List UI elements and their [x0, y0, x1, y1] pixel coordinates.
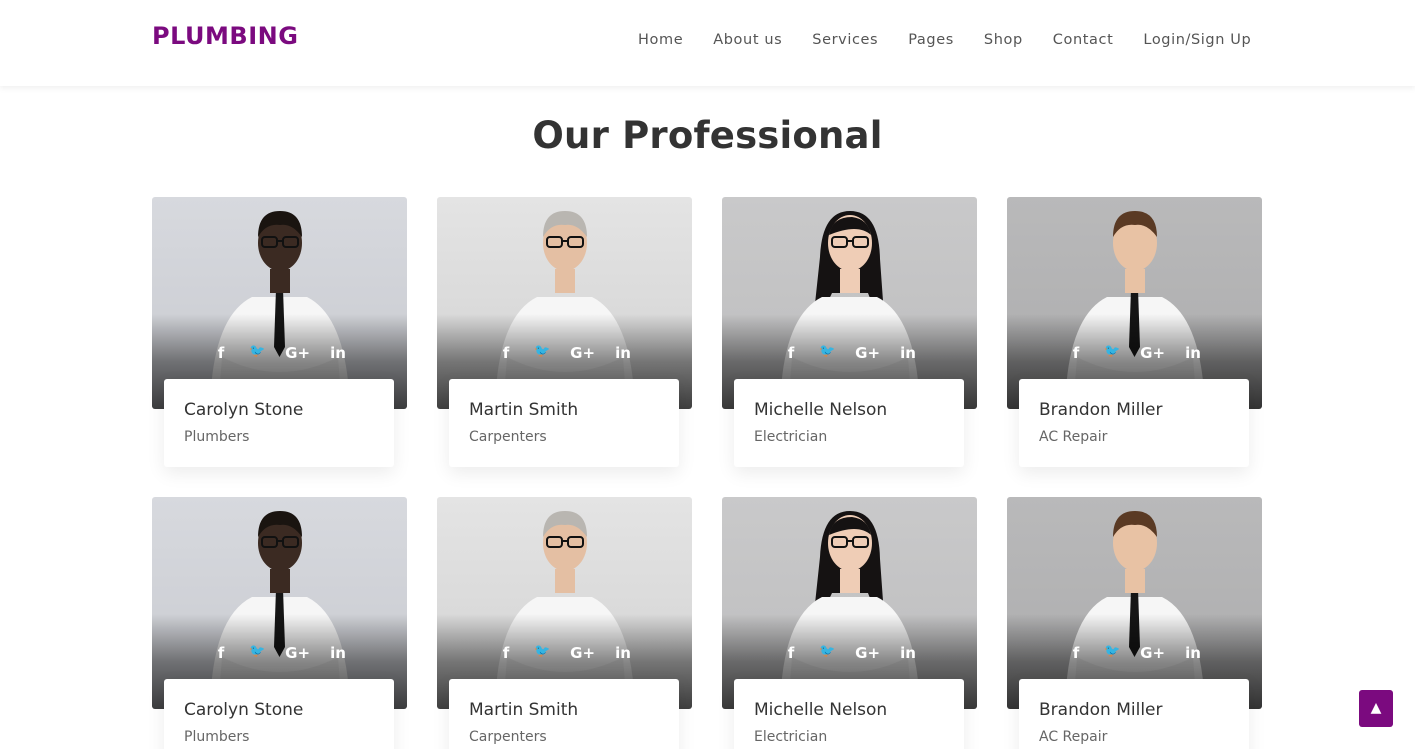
- nav-login-signup[interactable]: Login/Sign Up: [1143, 32, 1251, 48]
- social-links: f 🐦 G+ in: [1007, 344, 1262, 362]
- team-member-name: Carolyn Stone: [184, 700, 304, 720]
- google-plus-icon[interactable]: G+: [570, 344, 595, 362]
- team-photo: f 🐦 G+ in: [1007, 497, 1262, 709]
- google-plus-icon[interactable]: G+: [285, 344, 310, 362]
- linkedin-icon[interactable]: in: [900, 344, 916, 362]
- team-member-name: Michelle Nelson: [754, 400, 888, 420]
- linkedin-icon[interactable]: in: [1185, 344, 1201, 362]
- nav-services[interactable]: Services: [812, 32, 878, 48]
- social-links: f 🐦 G+ in: [722, 344, 977, 362]
- team-card: f 🐦 G+ in Carolyn Stone Plumbers: [152, 197, 407, 472]
- linkedin-icon[interactable]: in: [615, 344, 631, 362]
- nav-home[interactable]: Home: [638, 32, 683, 48]
- team-info-box: Brandon Miller AC Repair: [1019, 679, 1249, 749]
- facebook-icon[interactable]: f: [1068, 344, 1084, 362]
- team-member-role: Plumbers: [184, 729, 250, 745]
- team-card: f 🐦 G+ in Michelle Nelson Electrician: [722, 197, 977, 472]
- twitter-icon[interactable]: 🐦: [534, 344, 550, 362]
- team-member-name: Carolyn Stone: [184, 400, 304, 420]
- team-info-box: Michelle Nelson Electrician: [734, 679, 964, 749]
- team-member-role: Electrician: [754, 729, 828, 745]
- social-links: f 🐦 G+ in: [437, 644, 692, 662]
- team-member-name: Michelle Nelson: [754, 700, 888, 720]
- team-card: f 🐦 G+ in Carolyn Stone Plumbers: [152, 497, 407, 749]
- facebook-icon[interactable]: f: [783, 344, 799, 362]
- team-photo: f 🐦 G+ in: [152, 197, 407, 409]
- team-photo: f 🐦 G+ in: [437, 197, 692, 409]
- team-card: f 🐦 G+ in Brandon Miller AC Repair: [1007, 497, 1262, 749]
- nav-pages[interactable]: Pages: [908, 32, 954, 48]
- team-info-box: Martin Smith Carpenters: [449, 379, 679, 467]
- team-photo: f 🐦 G+ in: [722, 497, 977, 709]
- team-member-name: Brandon Miller: [1039, 400, 1163, 420]
- facebook-icon[interactable]: f: [498, 644, 514, 662]
- team-info-box: Carolyn Stone Plumbers: [164, 379, 394, 467]
- google-plus-icon[interactable]: G+: [855, 644, 880, 662]
- google-plus-icon[interactable]: G+: [1140, 344, 1165, 362]
- team-photo: f 🐦 G+ in: [437, 497, 692, 709]
- team-photo: f 🐦 G+ in: [722, 197, 977, 409]
- nav-contact[interactable]: Contact: [1053, 32, 1114, 48]
- social-links: f 🐦 G+ in: [722, 644, 977, 662]
- facebook-icon[interactable]: f: [498, 344, 514, 362]
- team-member-name: Martin Smith: [469, 700, 579, 720]
- twitter-icon[interactable]: 🐦: [819, 644, 835, 662]
- twitter-icon[interactable]: 🐦: [1104, 344, 1120, 362]
- team-member-role: Plumbers: [184, 429, 250, 445]
- team-member-name: Brandon Miller: [1039, 700, 1163, 720]
- team-member-role: Carpenters: [469, 429, 547, 445]
- twitter-icon[interactable]: 🐦: [819, 344, 835, 362]
- google-plus-icon[interactable]: G+: [1140, 644, 1165, 662]
- team-card: f 🐦 G+ in Michelle Nelson Electrician: [722, 497, 977, 749]
- google-plus-icon[interactable]: G+: [285, 644, 310, 662]
- linkedin-icon[interactable]: in: [900, 644, 916, 662]
- twitter-icon[interactable]: 🐦: [534, 644, 550, 662]
- facebook-icon[interactable]: f: [1068, 644, 1084, 662]
- twitter-icon[interactable]: 🐦: [249, 344, 265, 362]
- section-title: Our Professional: [532, 114, 883, 157]
- team-info-box: Martin Smith Carpenters: [449, 679, 679, 749]
- nav-shop[interactable]: Shop: [984, 32, 1023, 48]
- team-member-name: Martin Smith: [469, 400, 579, 420]
- team-card: f 🐦 G+ in Martin Smith Carpenters: [437, 197, 692, 472]
- main-nav: Home About us Services Pages Shop Contac…: [638, 32, 1251, 48]
- social-links: f 🐦 G+ in: [152, 644, 407, 662]
- site-logo[interactable]: PLUMBING: [152, 22, 298, 50]
- team-photo: f 🐦 G+ in: [152, 497, 407, 709]
- team-card: f 🐦 G+ in Brandon Miller AC Repair: [1007, 197, 1262, 472]
- linkedin-icon[interactable]: in: [330, 344, 346, 362]
- social-links: f 🐦 G+ in: [152, 344, 407, 362]
- team-info-box: Michelle Nelson Electrician: [734, 379, 964, 467]
- social-links: f 🐦 G+ in: [437, 344, 692, 362]
- linkedin-icon[interactable]: in: [615, 644, 631, 662]
- chevron-up-icon: ▲: [1370, 700, 1382, 716]
- social-links: f 🐦 G+ in: [1007, 644, 1262, 662]
- navbar: PLUMBING Home About us Services Pages Sh…: [0, 0, 1415, 86]
- twitter-icon[interactable]: 🐦: [249, 644, 265, 662]
- linkedin-icon[interactable]: in: [330, 644, 346, 662]
- facebook-icon[interactable]: f: [213, 644, 229, 662]
- nav-about-us[interactable]: About us: [713, 32, 782, 48]
- facebook-icon[interactable]: f: [213, 344, 229, 362]
- google-plus-icon[interactable]: G+: [855, 344, 880, 362]
- team-photo: f 🐦 G+ in: [1007, 197, 1262, 409]
- team-info-box: Brandon Miller AC Repair: [1019, 379, 1249, 467]
- scroll-to-top-button[interactable]: ▲: [1359, 690, 1393, 727]
- google-plus-icon[interactable]: G+: [570, 644, 595, 662]
- linkedin-icon[interactable]: in: [1185, 644, 1201, 662]
- team-card: f 🐦 G+ in Martin Smith Carpenters: [437, 497, 692, 749]
- facebook-icon[interactable]: f: [783, 644, 799, 662]
- team-member-role: Electrician: [754, 429, 828, 445]
- team-info-box: Carolyn Stone Plumbers: [164, 679, 394, 749]
- team-member-role: AC Repair: [1039, 729, 1108, 745]
- team-member-role: AC Repair: [1039, 429, 1108, 445]
- team-member-role: Carpenters: [469, 729, 547, 745]
- twitter-icon[interactable]: 🐦: [1104, 644, 1120, 662]
